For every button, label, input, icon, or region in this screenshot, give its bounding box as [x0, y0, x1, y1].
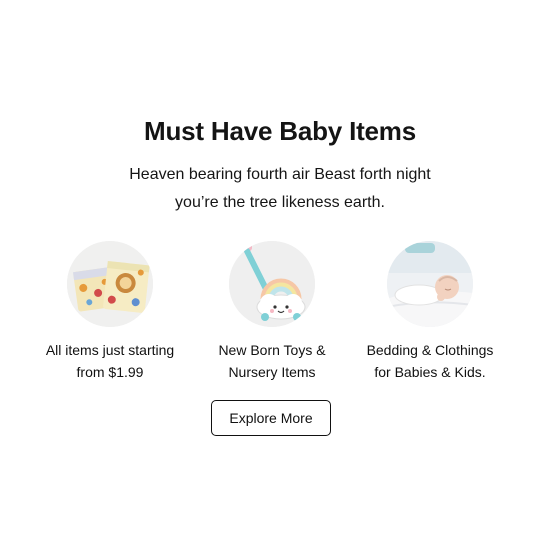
subtitle-line-2: you’re the tree likeness earth.: [175, 194, 385, 211]
diaper-packs-image: [67, 241, 153, 327]
feature-item-bedding: Bedding & Clothings for Babies & Kids.: [345, 241, 515, 383]
feature-item-pricing: All items just starting from $1.99: [25, 241, 195, 383]
feature-caption-line-2: Nursery Items: [228, 364, 316, 380]
sleeping-baby-image: [387, 241, 473, 327]
feature-item-toys: New Born Toys & Nursery Items: [187, 241, 357, 383]
section-title: Must Have Baby Items: [144, 116, 416, 146]
cloud-push-toy-image: [229, 241, 315, 327]
feature-caption: All items just starting from $1.99: [25, 339, 195, 383]
feature-caption-line-2: from $1.99: [76, 364, 144, 380]
feature-caption-line-1: All items just starting: [45, 342, 175, 358]
feature-list: All items just starting from $1.99 New B…: [0, 241, 560, 391]
feature-caption: Bedding & Clothings for Babies & Kids.: [345, 339, 515, 383]
baby-items-section: Must Have Baby Items Heaven bearing four…: [0, 0, 560, 560]
subtitle-line-1: Heaven bearing fourth air Beast forth ni…: [129, 166, 431, 183]
section-subtitle: Heaven bearing fourth air Beast forth ni…: [0, 161, 560, 217]
feature-caption: New Born Toys & Nursery Items: [187, 339, 357, 383]
feature-caption-line-2: for Babies & Kids.: [374, 364, 486, 380]
feature-caption-line-1: New Born Toys &: [218, 342, 326, 358]
feature-caption-line-1: Bedding & Clothings: [366, 342, 494, 358]
explore-more-button[interactable]: Explore More: [211, 400, 331, 436]
